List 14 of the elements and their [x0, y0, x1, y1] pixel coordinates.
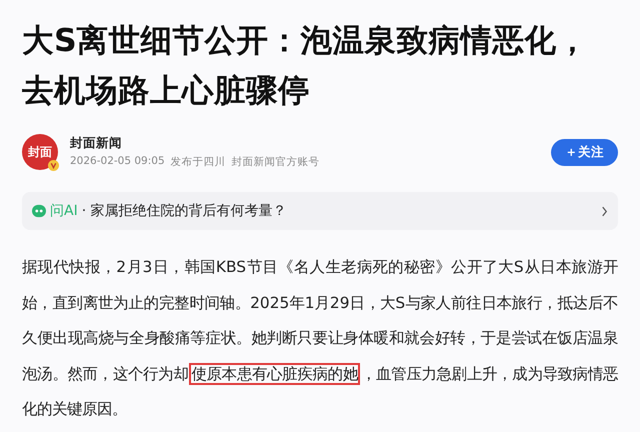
publish-time: 2026-02-05 09:05: [70, 155, 165, 169]
verified-icon: [48, 160, 59, 171]
publisher-logo[interactable]: 封面: [22, 134, 58, 170]
publish-location: 发布于四川: [170, 155, 226, 169]
account-type: 封面新闻官方账号: [232, 155, 320, 169]
article-title: 大S离世细节公开：泡温泉致病情恶化，去机场路上心脏骤停: [22, 22, 590, 111]
publisher-name[interactable]: 封面新闻: [70, 135, 551, 152]
ai-question: · 家属拒绝住院的背后有何考量？: [82, 202, 288, 220]
article-paragraph: 据现代快报，2月3日，韩国KBS节目《名人生老病死的秘密》公开了大S从日本旅游开始，直到离世为止的完整时间轴。2025年1月29日，大S与家人前往日本旅行，抵达后不久便出现高烧与全身酸痛等症状。她判断只要让身体暖和就会好转，于是尝试在饭店温泉泡汤。然而，这个行为却 使原本患有心脏疾病的她 ，血管压力急剧上升，成为导致病情恶化的关键原因。: [22, 257, 618, 420]
robot-face-icon: [32, 204, 46, 218]
chevron-right-icon: [601, 206, 608, 216]
ask-ai-label: 问AI: [50, 202, 78, 220]
ask-ai-bar[interactable]: 问AI · 家属拒绝住院的背后有何考量？: [22, 192, 618, 230]
follow-button[interactable]: ＋关注: [551, 138, 618, 166]
